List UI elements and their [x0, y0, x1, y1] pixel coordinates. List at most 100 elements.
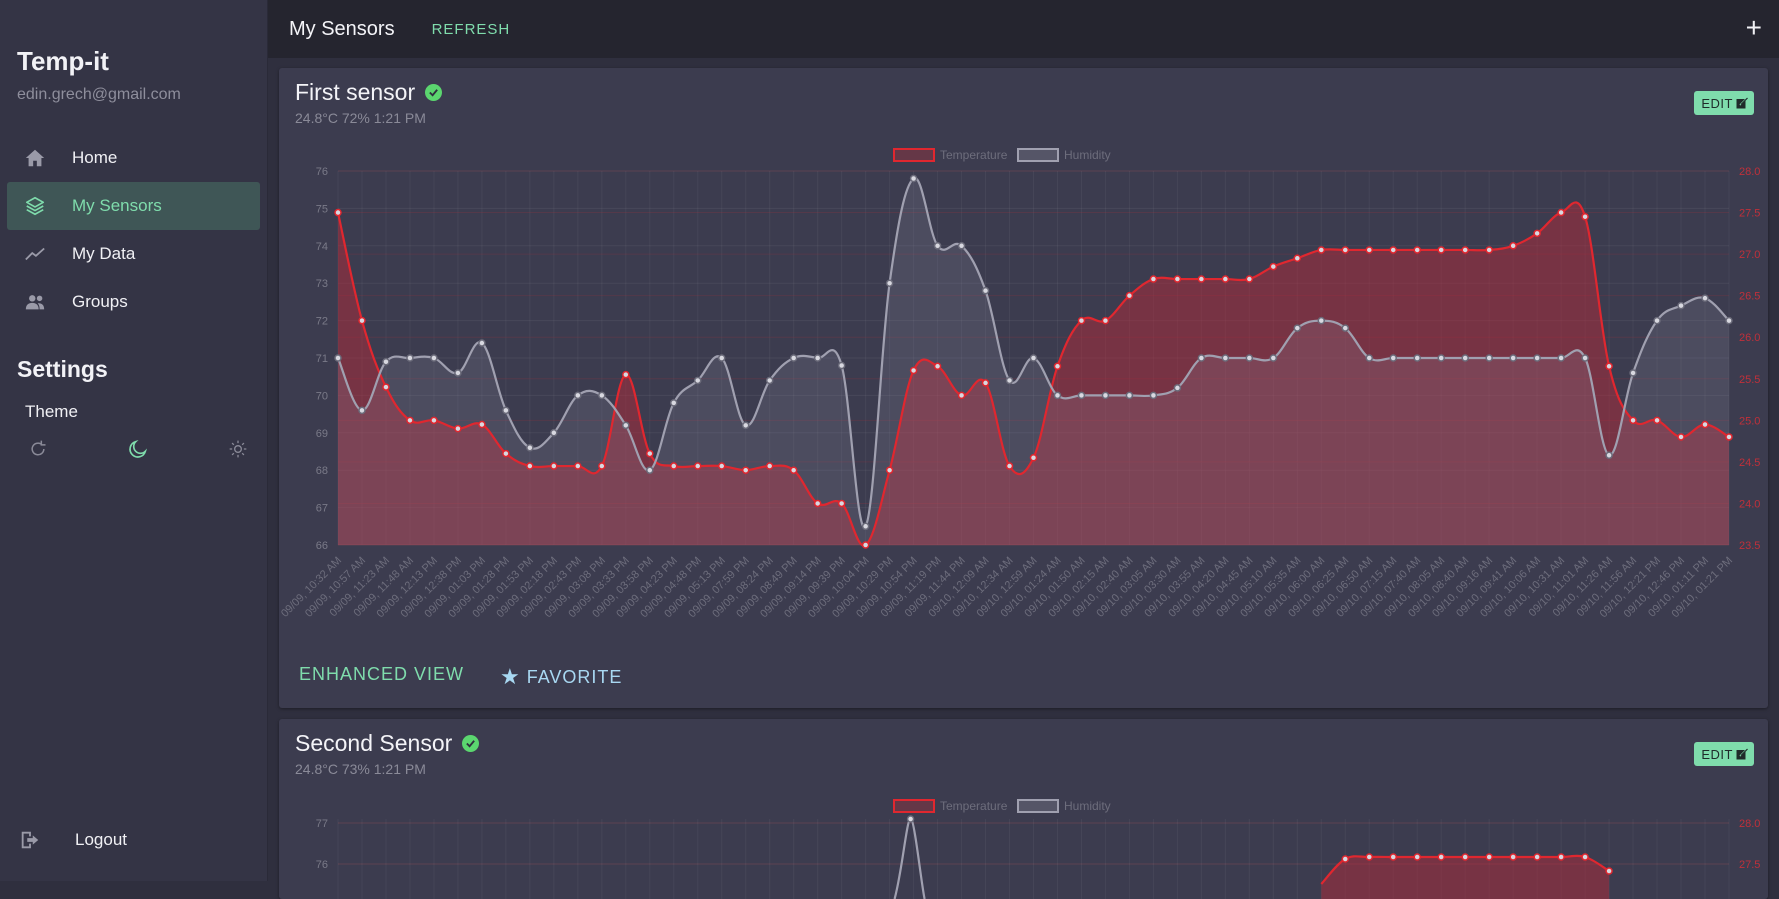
legend-humidity-label: Humidity — [1064, 148, 1111, 162]
enhanced-view-button[interactable]: ENHANCED VIEW — [299, 664, 464, 685]
logout-button[interactable]: Logout — [19, 829, 127, 851]
legend-humidity-swatch — [1017, 148, 1059, 162]
sensor-summary: 24.8°C 73% 1:21 PM — [295, 761, 426, 777]
temperature-point — [957, 391, 966, 400]
temperature-point — [1029, 453, 1038, 462]
sun-icon[interactable] — [227, 438, 249, 460]
sidebar-item-home[interactable]: Home — [7, 134, 260, 182]
humidity-point — [550, 429, 558, 437]
temperature-point — [1413, 853, 1421, 861]
y-right-tick-label: 24.0 — [1739, 498, 1760, 510]
temperature-point — [382, 383, 390, 391]
humidity-point — [1725, 316, 1733, 325]
temperature-point — [741, 466, 750, 474]
temperature-point — [789, 466, 798, 474]
y-left-tick-label: 70 — [316, 390, 328, 402]
sidebar-item-label: My Sensors — [72, 196, 162, 215]
edit-button[interactable]: EDIT — [1694, 742, 1754, 766]
humidity-point — [861, 522, 870, 531]
temperature-point — [1581, 853, 1589, 861]
temperature-point — [1005, 462, 1014, 470]
humidity-point — [454, 369, 462, 377]
temperature-point — [598, 462, 606, 470]
humidity-point — [1533, 354, 1541, 362]
humidity-point — [430, 354, 438, 362]
legend-humidity-label: Humidity — [1064, 799, 1111, 813]
sidebar-item-label: Home — [72, 148, 118, 167]
temperature-point — [1221, 275, 1230, 283]
humidity-point — [1677, 301, 1685, 310]
sidebar-item-my-sensors[interactable]: My Sensors — [7, 182, 260, 230]
humidity-point — [1365, 354, 1374, 362]
y-right-tick-label: 27.5 — [1739, 859, 1760, 871]
legend-temperature-label: Temperature — [940, 799, 1008, 813]
y-left-tick-label: 72 — [316, 316, 328, 328]
refresh-button[interactable]: REFRESH — [432, 21, 511, 38]
temperature-point — [550, 462, 558, 470]
temperature-point — [1389, 853, 1397, 861]
temperature-point — [693, 462, 702, 470]
temperature-point — [502, 449, 510, 458]
edit-label: EDIT — [1701, 95, 1733, 111]
temperature-point — [670, 462, 678, 470]
humidity-point — [1341, 324, 1350, 332]
temperature-point — [1485, 853, 1493, 861]
humidity-point — [813, 354, 822, 362]
moon-icon[interactable] — [127, 438, 149, 460]
temperature-point — [1173, 275, 1182, 283]
humidity-point — [837, 361, 846, 370]
y-right-tick-label: 27.0 — [1739, 249, 1760, 261]
sidebar-item-groups[interactable]: Groups — [7, 278, 260, 326]
temperature-point — [1677, 433, 1685, 441]
temperature-point — [1581, 212, 1589, 221]
y-right-tick-label: 28.0 — [1739, 818, 1760, 830]
temperature-point — [717, 462, 726, 470]
sensor-card: Temperature Humidity 76 77 27.5 28.0 Second S… — [279, 719, 1768, 899]
star-icon: ★ — [500, 664, 521, 689]
sidebar-item-my-data[interactable]: My Data — [7, 230, 260, 278]
humidity-point — [885, 279, 894, 287]
temperature-area — [1321, 855, 1610, 899]
temperature-point — [1701, 420, 1709, 429]
favorite-button[interactable]: ★ FAVORITE — [500, 664, 622, 690]
temperature-point — [358, 316, 366, 325]
temperature-point — [1605, 362, 1613, 371]
humidity-point — [741, 421, 750, 430]
sensor-chart: Temperature Humidity 76 77 27.5 28.0 — [316, 799, 1760, 899]
temperature-point — [406, 416, 414, 425]
add-sensor-button[interactable]: + — [1746, 14, 1762, 42]
humidity-point — [789, 354, 798, 362]
edit-button[interactable]: EDIT — [1694, 91, 1754, 115]
humidity-point — [1053, 391, 1062, 400]
temperature-point — [1485, 246, 1493, 254]
humidity-point — [1581, 354, 1589, 362]
home-icon — [15, 147, 55, 169]
temperature-point — [1533, 229, 1541, 238]
temperature-point — [1197, 275, 1206, 283]
temperature-point — [1509, 242, 1517, 250]
humidity-point — [502, 406, 510, 415]
humidity-point — [1221, 354, 1230, 362]
logout-label: Logout — [75, 830, 127, 849]
sensor-summary: 24.8°C 72% 1:21 PM — [295, 110, 426, 126]
y-right-tick-label: 26.5 — [1739, 291, 1760, 303]
humidity-point — [1317, 316, 1326, 325]
legend-temperature-swatch — [893, 799, 935, 813]
temperature-point — [1149, 275, 1158, 283]
y-left-tick-label: 71 — [316, 353, 328, 365]
humidity-point — [1293, 324, 1302, 332]
temperature-point — [1533, 853, 1541, 861]
temperature-point — [454, 424, 462, 433]
temperature-point — [1557, 853, 1565, 861]
y-right-tick-label: 27.5 — [1739, 208, 1760, 220]
auto-theme-icon[interactable] — [27, 438, 49, 460]
humidity-point — [957, 242, 966, 250]
humidity-point — [382, 357, 390, 366]
temperature-point — [813, 499, 822, 508]
humidity-point — [1557, 354, 1565, 362]
user-email: edin.grech@gmail.com — [17, 86, 181, 103]
humidity-point — [981, 286, 990, 295]
temperature-point — [1317, 246, 1326, 254]
temperature-point — [861, 541, 870, 549]
humidity-point — [717, 354, 726, 362]
